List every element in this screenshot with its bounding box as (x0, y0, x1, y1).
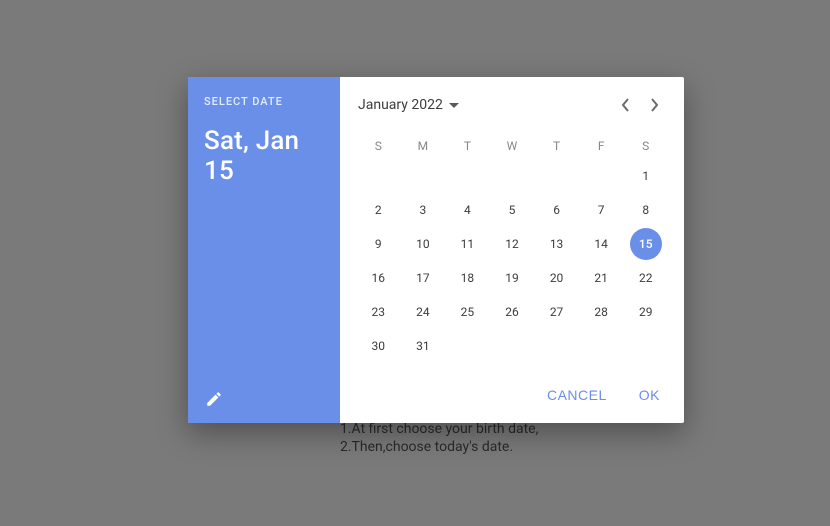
dropdown-icon (449, 103, 459, 108)
day-of-week-header: T (534, 133, 579, 159)
calendar-day-31[interactable]: 31 (401, 329, 446, 363)
ok-button[interactable]: OK (635, 381, 664, 409)
calendar-empty-cell (445, 159, 490, 193)
month-year-label: January 2022 (358, 97, 443, 113)
chevron-right-icon (649, 98, 659, 112)
calendar-day-4[interactable]: 4 (445, 193, 490, 227)
calendar-day-29[interactable]: 29 (623, 295, 668, 329)
day-of-week-header: S (623, 133, 668, 159)
calendar-day-13[interactable]: 13 (534, 227, 579, 261)
calendar-day-23[interactable]: 23 (356, 295, 401, 329)
day-of-week-header: T (445, 133, 490, 159)
calendar-day-6[interactable]: 6 (534, 193, 579, 227)
month-year-selector[interactable]: January 2022 (356, 93, 461, 117)
dialog-actions: CANCEL OK (356, 375, 668, 413)
calendar-empty-cell (534, 159, 579, 193)
instruction-line-2: 2.Then,choose today's date. (340, 438, 538, 456)
calendar-panel: January 2022 SMTWTFS12345678910111213141… (340, 77, 684, 423)
calendar-day-16[interactable]: 16 (356, 261, 401, 295)
day-of-week-header: W (490, 133, 535, 159)
calendar-day-7[interactable]: 7 (579, 193, 624, 227)
backdrop-instructions: 1.At first choose your birth date, 2.The… (340, 420, 538, 456)
calendar-day-19[interactable]: 19 (490, 261, 535, 295)
prev-month-button[interactable] (612, 91, 640, 119)
calendar-day-10[interactable]: 10 (401, 227, 446, 261)
calendar-day-28[interactable]: 28 (579, 295, 624, 329)
calendar-day-3[interactable]: 3 (401, 193, 446, 227)
calendar-day-22[interactable]: 22 (623, 261, 668, 295)
calendar-grid: SMTWTFS123456789101112131415161718192021… (356, 133, 668, 363)
chevron-left-icon (621, 98, 631, 112)
calendar-day-20[interactable]: 20 (534, 261, 579, 295)
day-of-week-header: F (579, 133, 624, 159)
calendar-day-26[interactable]: 26 (490, 295, 535, 329)
edit-date-button[interactable] (202, 387, 226, 411)
calendar-day-5[interactable]: 5 (490, 193, 535, 227)
calendar-day-12[interactable]: 12 (490, 227, 535, 261)
calendar-empty-cell (401, 159, 446, 193)
cancel-button[interactable]: CANCEL (543, 381, 611, 409)
calendar-day-18[interactable]: 18 (445, 261, 490, 295)
calendar-day-14[interactable]: 14 (579, 227, 624, 261)
calendar-day-9[interactable]: 9 (356, 227, 401, 261)
calendar-empty-cell (490, 159, 535, 193)
calendar-header: January 2022 (356, 91, 668, 119)
date-picker-side-panel: SELECT DATE Sat, Jan 15 (188, 77, 340, 423)
calendar-day-24[interactable]: 24 (401, 295, 446, 329)
calendar-day-21[interactable]: 21 (579, 261, 624, 295)
calendar-empty-cell (579, 159, 624, 193)
calendar-day-8[interactable]: 8 (623, 193, 668, 227)
next-month-button[interactable] (640, 91, 668, 119)
day-of-week-header: S (356, 133, 401, 159)
calendar-day-11[interactable]: 11 (445, 227, 490, 261)
calendar-day-1[interactable]: 1 (623, 159, 668, 193)
selected-date-display: Sat, Jan 15 (204, 126, 324, 186)
calendar-day-25[interactable]: 25 (445, 295, 490, 329)
calendar-day-27[interactable]: 27 (534, 295, 579, 329)
date-picker-dialog: SELECT DATE Sat, Jan 15 January 2022 SMT… (188, 77, 684, 423)
calendar-day-2[interactable]: 2 (356, 193, 401, 227)
calendar-empty-cell (356, 159, 401, 193)
pencil-icon (205, 390, 223, 408)
calendar-day-15[interactable]: 15 (623, 227, 668, 261)
calendar-day-17[interactable]: 17 (401, 261, 446, 295)
select-date-label: SELECT DATE (204, 95, 324, 108)
calendar-day-30[interactable]: 30 (356, 329, 401, 363)
day-of-week-header: M (401, 133, 446, 159)
